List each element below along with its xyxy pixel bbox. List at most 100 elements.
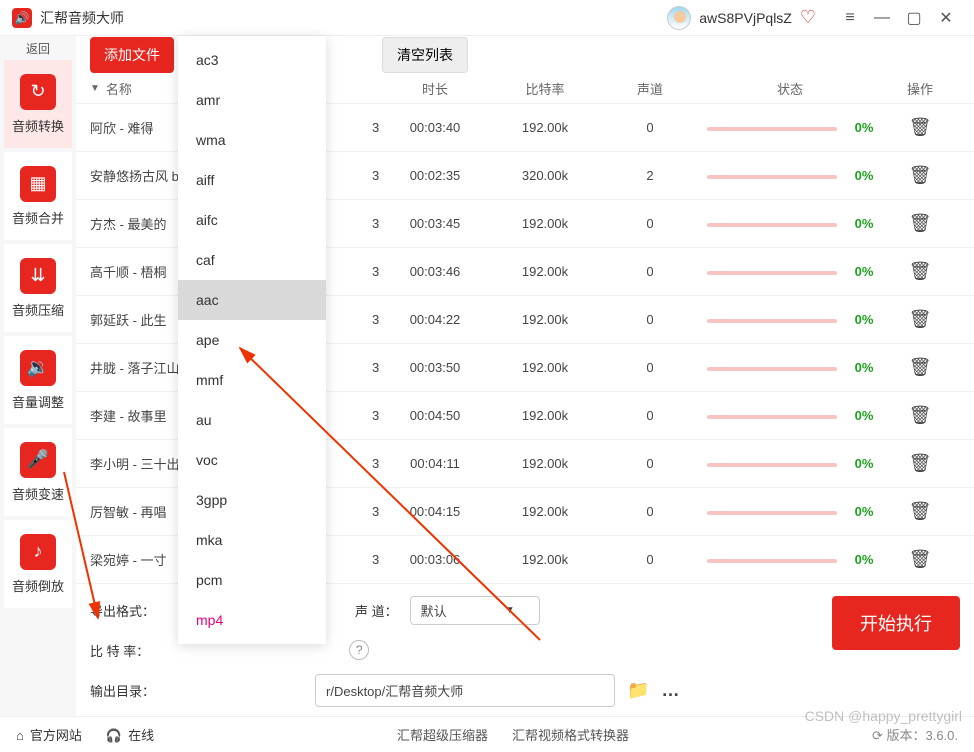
menu-icon[interactable]: ≡ (834, 9, 866, 27)
format-dropdown[interactable]: ac3amrwmaaiffaifccafaacapemmfauvoc3gppmk… (178, 36, 326, 644)
delete-icon[interactable]: 🗑 (909, 549, 932, 569)
cell-status: 0% (700, 360, 880, 375)
cell-status: 0% (700, 504, 880, 519)
start-button[interactable]: 开始执行 (832, 596, 960, 650)
format-option-aac[interactable]: aac (178, 280, 326, 320)
cell-status: 0% (700, 312, 880, 327)
avatar-icon[interactable] (667, 6, 691, 30)
reverse-icon: ♪ (20, 534, 56, 570)
delete-icon[interactable]: 🗑 (909, 165, 932, 185)
footer-site[interactable]: ⌂官方网站 (16, 725, 82, 744)
clear-list-button[interactable]: 清空列表 (382, 37, 468, 73)
delete-icon[interactable]: 🗑 (909, 501, 932, 521)
progress-bar (707, 559, 837, 563)
format-option-ape[interactable]: ape (178, 320, 326, 360)
cell-duration: 00:02:35 (380, 168, 490, 183)
app-name: 汇帮音频大师 (40, 8, 124, 28)
cell-op: 🗑 (880, 549, 960, 570)
format-option-mmf[interactable]: mmf (178, 360, 326, 400)
sidebar-item-label: 音频倒放 (12, 576, 64, 595)
cell-bitrate: 192.00k (490, 312, 600, 327)
format-option-mka[interactable]: mka (178, 520, 326, 560)
cell-channel: 0 (600, 408, 700, 423)
refresh-icon[interactable]: ⟳ (872, 728, 883, 743)
format-option-wma[interactable]: wma (178, 120, 326, 160)
cell-frag: 3 (372, 456, 379, 471)
outdir-label: 输出目录： (90, 681, 155, 700)
caret-down-icon: ▼ (505, 605, 515, 616)
heart-icon[interactable]: ♡ (800, 7, 816, 28)
delete-icon[interactable]: 🗑 (909, 213, 932, 233)
format-option-aifc[interactable]: aifc (178, 200, 326, 240)
cell-op: 🗑 (880, 357, 960, 378)
footer-online[interactable]: 🎧在线 (106, 725, 154, 744)
progress-bar (707, 127, 837, 131)
format-option-ac3[interactable]: ac3 (178, 40, 326, 80)
folder-icon[interactable]: 📁 (627, 680, 649, 701)
cell-bitrate: 192.00k (490, 120, 600, 135)
cell-bitrate: 192.00k (490, 360, 600, 375)
format-option-caf[interactable]: caf (178, 240, 326, 280)
sidebar-item-merge[interactable]: ▦ 音频合并 (4, 152, 72, 240)
cell-duration: 00:04:15 (380, 504, 490, 519)
cell-op: 🗑 (880, 165, 960, 186)
delete-icon[interactable]: 🗑 (909, 309, 932, 329)
cell-percent: 0% (855, 120, 874, 135)
close-icon[interactable]: ✕ (930, 8, 962, 28)
progress-bar (707, 415, 837, 419)
format-option-au[interactable]: au (178, 400, 326, 440)
format-option-voc[interactable]: voc (178, 440, 326, 480)
cell-duration: 00:03:46 (380, 264, 490, 279)
format-option-aiff[interactable]: aiff (178, 160, 326, 200)
format-option-pcm[interactable]: pcm (178, 560, 326, 600)
delete-icon[interactable]: 🗑 (909, 453, 932, 473)
maximize-icon[interactable]: ▢ (898, 8, 930, 28)
progress-bar (707, 511, 837, 515)
channel-select[interactable]: 默认 ▼ (410, 596, 540, 625)
format-option-amr[interactable]: amr (178, 80, 326, 120)
footer-link-compressor[interactable]: 汇帮超级压缩器 (397, 725, 488, 744)
cell-status: 0% (700, 408, 880, 423)
volume-icon: 🔉 (20, 350, 56, 386)
footer-link-video[interactable]: 汇帮视频格式转换器 (512, 725, 629, 744)
add-file-button[interactable]: 添加文件 (90, 37, 174, 73)
cell-frag: 3 (372, 264, 379, 279)
sidebar: 返回 ↻ 音频转换 ▦ 音频合并 ⇊ 音频压缩 🔉 音量调整 🎤 音频变速 ♪ … (0, 36, 76, 716)
cell-channel: 0 (600, 552, 700, 567)
cell-status: 0% (700, 552, 880, 567)
cell-duration: 00:03:06 (380, 552, 490, 567)
progress-bar (707, 271, 837, 275)
sidebar-item-speed[interactable]: 🎤 音频变速 (4, 428, 72, 516)
outdir-path[interactable]: r/Desktop/汇帮音频大师 (315, 674, 615, 707)
cell-percent: 0% (855, 264, 874, 279)
col-header-channel: 声道 (600, 79, 700, 98)
format-option-3gpp[interactable]: 3gpp (178, 480, 326, 520)
minimize-icon[interactable]: — (866, 9, 898, 27)
more-icon[interactable]: … (661, 680, 679, 701)
progress-bar (707, 319, 837, 323)
cell-frag: 3 (372, 168, 379, 183)
delete-icon[interactable]: 🗑 (909, 405, 932, 425)
cell-op: 🗑 (880, 405, 960, 426)
cell-op: 🗑 (880, 117, 960, 138)
cell-duration: 00:03:50 (380, 360, 490, 375)
cell-percent: 0% (855, 216, 874, 231)
delete-icon[interactable]: 🗑 (909, 117, 932, 137)
sidebar-item-label: 音量调整 (12, 392, 64, 411)
sidebar-item-volume[interactable]: 🔉 音量调整 (4, 336, 72, 424)
cell-percent: 0% (855, 552, 874, 567)
delete-icon[interactable]: 🗑 (909, 261, 932, 281)
help-icon[interactable]: ? (349, 640, 369, 660)
cell-duration: 00:03:40 (380, 120, 490, 135)
back-button[interactable]: 返回 (0, 36, 76, 58)
sidebar-item-label: 音频合并 (12, 208, 64, 227)
col-header-bitrate: 比特率 (490, 79, 600, 98)
sidebar-item-label: 音频压缩 (12, 300, 64, 319)
username[interactable]: awS8PVjPqlsZ (699, 10, 792, 26)
sidebar-item-reverse[interactable]: ♪ 音频倒放 (4, 520, 72, 608)
format-option-mp4[interactable]: mp4 (178, 600, 326, 640)
sidebar-item-compress[interactable]: ⇊ 音频压缩 (4, 244, 72, 332)
sidebar-item-convert[interactable]: ↻ 音频转换 (4, 60, 72, 148)
delete-icon[interactable]: 🗑 (909, 357, 932, 377)
sort-icon: ▼ (90, 83, 100, 94)
